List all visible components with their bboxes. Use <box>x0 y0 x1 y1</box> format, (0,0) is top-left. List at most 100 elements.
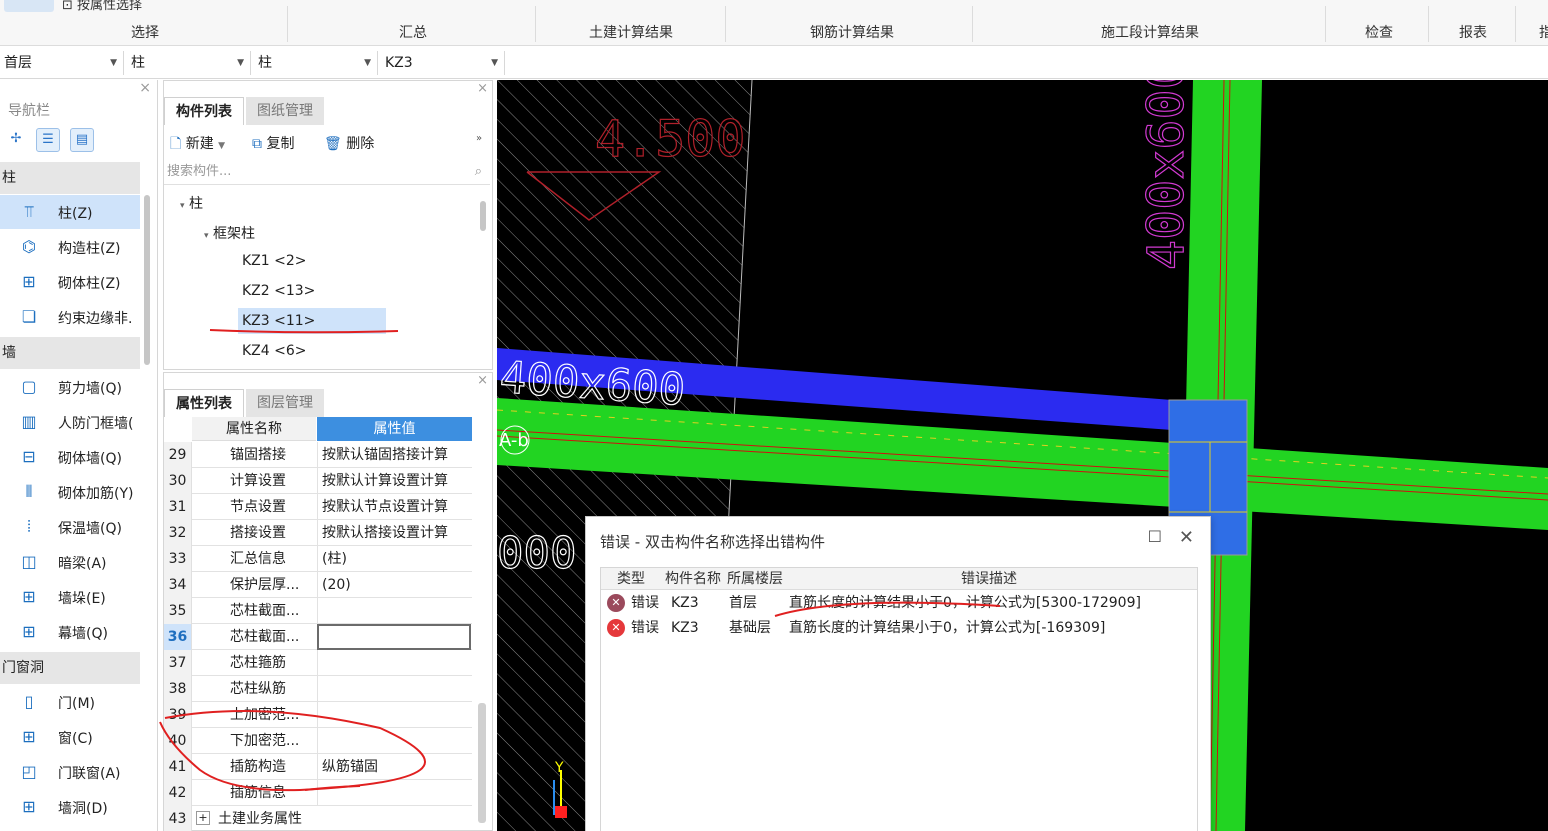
nav-item-masonry-wall[interactable]: ⊟ 砌体墙(Q) <box>0 440 140 474</box>
column-header-name[interactable]: 属性名称 <box>192 417 316 441</box>
property-row[interactable]: 37 芯柱箍筋 <box>164 650 472 676</box>
more-icon[interactable]: » <box>476 133 482 144</box>
door-window-icon: ◰ <box>21 762 37 781</box>
property-row[interactable]: 30 计算设置 按默认计算设置计算 <box>164 468 472 494</box>
property-tabs: 属性列表 图层管理 <box>164 389 492 417</box>
property-row[interactable]: 39 上加密范... <box>164 702 472 728</box>
column-header-floor[interactable]: 所属楼层 <box>727 568 783 590</box>
chevron-down-icon: ▼ <box>110 58 117 68</box>
property-value-input[interactable] <box>317 624 471 650</box>
select-by-attribute-tool[interactable]: ⊡ 按属性选择 <box>62 0 142 13</box>
column-header-name[interactable]: 构件名称 <box>665 568 721 590</box>
floor-select[interactable]: 首层 ▼ <box>0 51 124 75</box>
property-row[interactable]: 41 插筋构造 纵筋锚固 <box>164 754 472 780</box>
tree-item-kz2[interactable]: KZ2 <13> <box>242 283 315 299</box>
copy-button[interactable]: ⧉ 复制 <box>252 133 294 153</box>
nav-item-civil-defense-door-wall[interactable]: ▥ 人防门框墙( <box>0 405 140 439</box>
close-icon[interactable]: × <box>139 80 151 96</box>
nav-item-wall-opening[interactable]: ⊞ 墙洞(D) <box>0 790 140 824</box>
property-row-active[interactable]: 36 芯柱截面... <box>164 624 472 650</box>
delete-button[interactable]: 🗑 删除 <box>324 133 374 153</box>
masonry-rebar-icon: ⫴ <box>25 482 33 501</box>
tab-layer-management[interactable]: 图层管理 <box>246 389 324 417</box>
search-icon[interactable]: ⌕ <box>475 159 482 185</box>
category-wall[interactable]: 墙 <box>0 337 140 369</box>
property-row[interactable]: 33 汇总信息 (柱) <box>164 546 472 572</box>
nav-item-door[interactable]: ▯ 门(M) <box>0 685 140 719</box>
tree-node-column[interactable]: ▾ 柱 <box>180 193 203 213</box>
nav-item-insulation-wall[interactable]: ⦙ 保温墙(Q) <box>0 510 140 544</box>
tree-item-kz1[interactable]: KZ1 <2> <box>242 253 307 269</box>
ribbon: ⊡ 按属性选择 选择 汇总 土建计算结果 钢筋计算结果 施工段计算结果 检查 报… <box>0 0 1548 46</box>
nav-item-shear-wall[interactable]: ▢ 剪力墙(Q) <box>0 370 140 404</box>
expand-icon[interactable]: ▾ <box>180 201 185 211</box>
type-select[interactable]: 柱 ▼ <box>254 51 378 75</box>
nav-item-door-window[interactable]: ◰ 门联窗(A) <box>0 755 140 789</box>
property-row[interactable]: 35 芯柱截面... <box>164 598 472 624</box>
nav-item-column[interactable]: ⫪ 柱(Z) <box>0 195 140 229</box>
column-header-desc[interactable]: 错误描述 <box>961 568 1017 590</box>
pin-icon[interactable]: ✢ <box>4 128 28 152</box>
nav-item-edge-member[interactable]: ❏ 约束边缘非. <box>0 300 140 334</box>
tree-item-kz4[interactable]: KZ4 <6> <box>242 343 307 359</box>
nav-item-hidden-beam[interactable]: ◫ 暗梁(A) <box>0 545 140 579</box>
expand-icon[interactable]: + <box>196 811 210 825</box>
close-icon[interactable]: × <box>477 373 488 388</box>
property-row[interactable]: 42 插筋信息 <box>164 780 472 806</box>
nav-item-wall-pier[interactable]: ⊞ 墙垛(E) <box>0 580 140 614</box>
nav-item-construction-column[interactable]: ⌬ 构造柱(Z) <box>0 230 140 264</box>
property-row[interactable]: 32 搭接设置 按默认搭接设置计算 <box>164 520 472 546</box>
error-row[interactable]: ✕ 错误 KZ3 基础层 直筋长度的计算结果小于0，计算公式为[-169309] <box>601 616 1197 640</box>
property-row[interactable]: 29 锚固搭接 按默认锚固搭接计算 <box>164 442 472 468</box>
trash-icon: 🗑 <box>324 136 342 152</box>
property-row[interactable]: 40 下加密范... <box>164 728 472 754</box>
edge-member-icon: ❏ <box>21 307 37 326</box>
close-icon[interactable]: × <box>477 81 488 96</box>
ribbon-group-segment-results: 施工段计算结果 <box>1101 25 1199 41</box>
wall-opening-icon: ⊞ <box>22 797 36 816</box>
property-row[interactable]: 38 芯柱纵筋 <box>164 676 472 702</box>
ribbon-group-partial: 指 <box>1539 25 1548 41</box>
civil-defense-door-icon: ▥ <box>21 412 37 431</box>
component-select[interactable]: KZ3 ▼ <box>381 51 505 75</box>
nav-scrollbar[interactable] <box>144 195 150 365</box>
door-icon: ▯ <box>24 692 34 711</box>
error-component-name[interactable]: KZ3 <box>671 591 699 615</box>
tab-drawing-management[interactable]: 图纸管理 <box>246 97 324 125</box>
detail-view-icon[interactable]: ▤ <box>70 128 94 152</box>
category-door-window[interactable]: 门窗洞 <box>0 652 140 684</box>
column-header-value[interactable]: 属性值 <box>317 417 472 441</box>
new-icon: 🗋 <box>170 136 182 152</box>
tab-component-list[interactable]: 构件列表 <box>164 97 244 125</box>
ucs-origin <box>555 806 567 818</box>
list-view-icon[interactable]: ☰ <box>36 128 60 152</box>
category-select[interactable]: 柱 ▼ <box>127 51 251 75</box>
expand-icon[interactable]: ▾ <box>204 231 209 241</box>
tree-node-frame-column[interactable]: ▾ 框架柱 <box>204 223 255 243</box>
category-column[interactable]: 柱 <box>0 162 140 194</box>
error-component-name[interactable]: KZ3 <box>671 616 699 640</box>
tab-property-list[interactable]: 属性列表 <box>164 389 244 417</box>
new-button[interactable]: 🗋 新建 ▼ <box>170 133 225 157</box>
property-row[interactable]: 34 保护层厚... (20) <box>164 572 472 598</box>
curtain-wall-icon: ⊞ <box>22 622 36 641</box>
component-scrollbar[interactable] <box>480 201 486 231</box>
property-panel: × 属性列表 图层管理 属性名称 属性值 29 锚固搭接 按默认锚固搭接计算 30 计… <box>163 372 493 831</box>
property-scrollbar[interactable] <box>478 703 486 823</box>
component-search-input[interactable]: 搜索构件... ⌕ <box>164 159 490 185</box>
nav-item-masonry-rebar[interactable]: ⫴ 砌体加筋(Y) <box>0 475 140 509</box>
close-icon[interactable]: ✕ <box>1179 527 1194 548</box>
nav-item-masonry-column[interactable]: ⊞ 砌体柱(Z) <box>0 265 140 299</box>
error-row[interactable]: ✕ 错误 KZ3 首层 直筋长度的计算结果小于0，计算公式为[5300-1729… <box>601 591 1197 615</box>
dialog-title: 错误 - 双击构件名称选择出错构件 <box>600 533 825 551</box>
nav-item-curtain-wall[interactable]: ⊞ 幕墙(Q) <box>0 615 140 649</box>
column-header-type[interactable]: 类型 <box>617 568 645 590</box>
tree-item-kz3[interactable]: KZ3 <11> <box>238 308 386 334</box>
ribbon-partial-button[interactable] <box>4 0 54 12</box>
nav-toolbar: ✢ ☰ ▤ <box>0 124 140 156</box>
maximize-icon[interactable]: ☐ <box>1148 527 1162 546</box>
property-group-row[interactable]: 43 + 土建业务属性 <box>164 806 472 831</box>
property-row[interactable]: 31 节点设置 按默认节点设置计算 <box>164 494 472 520</box>
ribbon-group-civil-results: 土建计算结果 <box>589 25 673 41</box>
nav-item-window[interactable]: ⊞ 窗(C) <box>0 720 140 754</box>
